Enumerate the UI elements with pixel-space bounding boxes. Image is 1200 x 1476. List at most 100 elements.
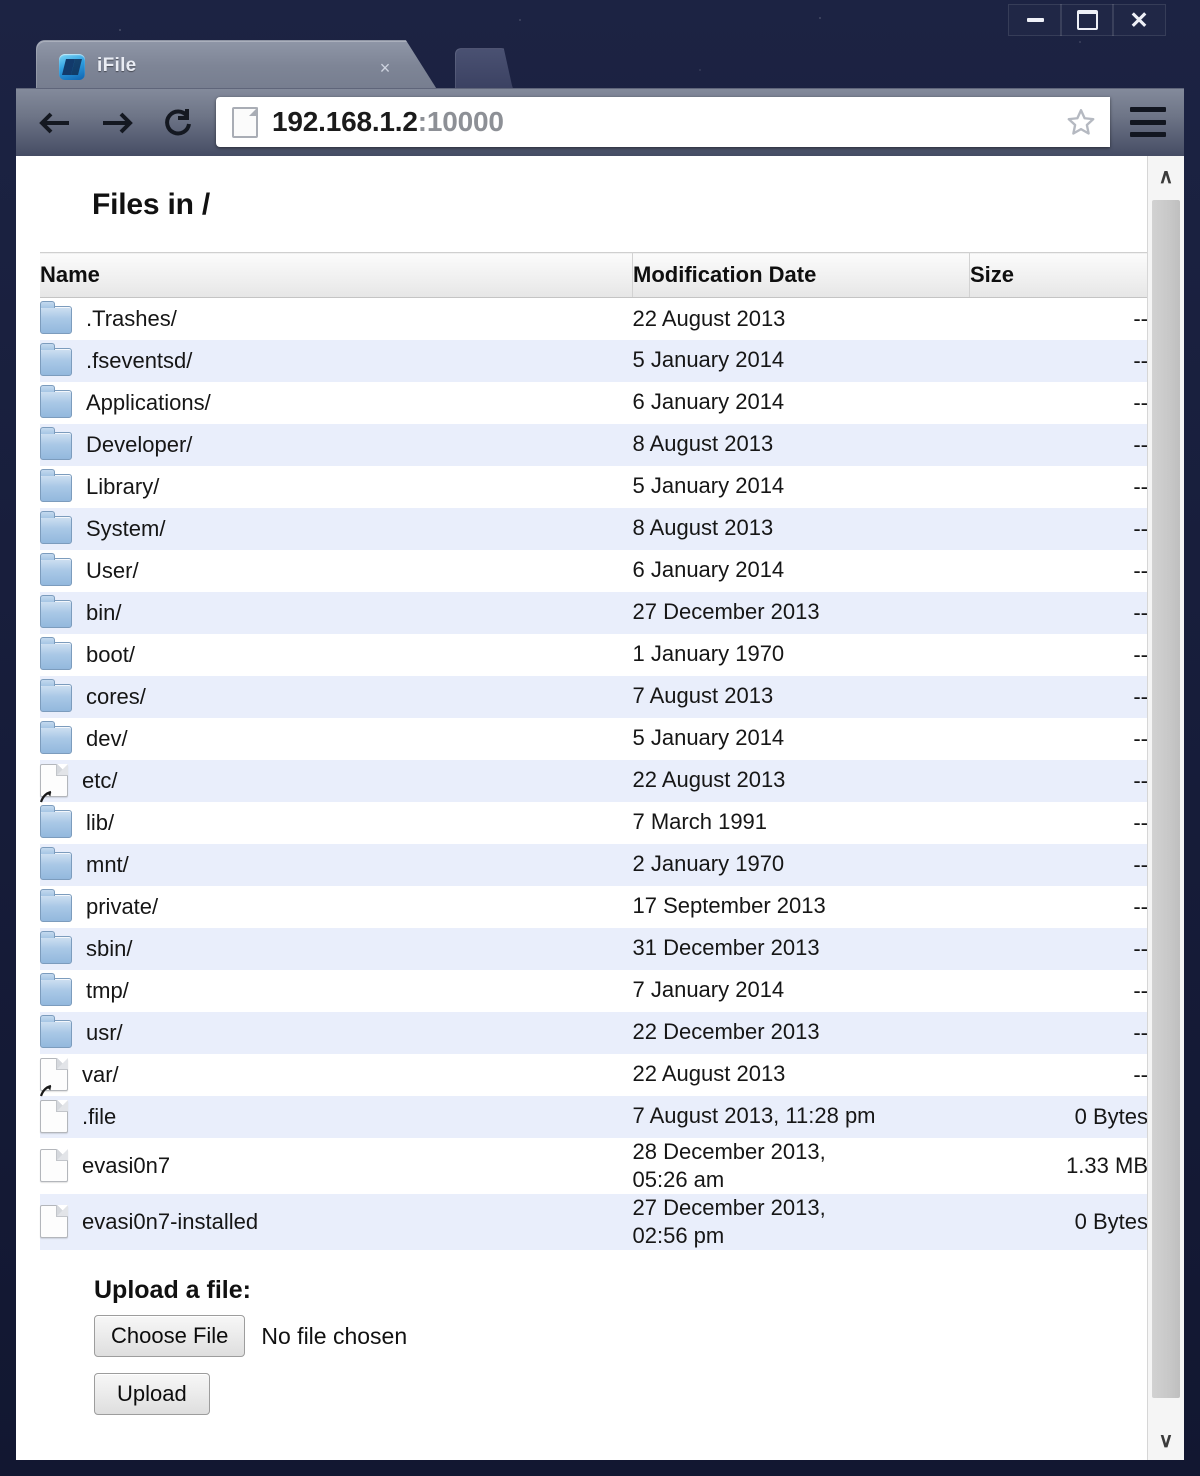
- cell-modification-date: 27 December 2013: [632, 599, 820, 625]
- cell-size: --: [1133, 683, 1148, 709]
- cell-modification-date: 5 January 2014: [632, 725, 785, 751]
- file-name[interactable]: lib/: [86, 810, 114, 836]
- table-row[interactable]: tmp/7 January 2014 --: [40, 969, 1148, 1012]
- hamburger-menu-icon[interactable]: [1130, 107, 1166, 137]
- cell-name: .fseventsd/: [40, 340, 633, 382]
- name-cell: Applications/: [40, 385, 633, 418]
- table-row[interactable]: .fseventsd/5 January 2014 --: [40, 339, 1148, 382]
- file-name[interactable]: Library/: [86, 474, 159, 500]
- file-name[interactable]: User/: [86, 558, 139, 584]
- cell-modification-date: 1 January 1970: [632, 641, 785, 667]
- table-row[interactable]: private/17 September 2013 --: [40, 885, 1148, 928]
- file-name[interactable]: private/: [86, 894, 158, 920]
- file-name[interactable]: Applications/: [86, 390, 211, 416]
- cell-name: boot/: [40, 634, 633, 676]
- table-row[interactable]: sbin/31 December 2013 --: [40, 927, 1148, 970]
- choose-file-button[interactable]: Choose File: [94, 1315, 246, 1358]
- file-name[interactable]: bin/: [86, 600, 121, 626]
- forward-arrow-icon[interactable]: [94, 101, 138, 145]
- table-row[interactable]: Library/5 January 2014 --: [40, 465, 1148, 508]
- close-window-button[interactable]: ✕: [1112, 4, 1166, 36]
- cell-modification-date: 6 January 2014: [632, 389, 785, 415]
- folder-icon: [40, 427, 72, 460]
- cell-size: --: [1133, 431, 1148, 457]
- cell-name: etc/: [39, 760, 633, 803]
- table-row[interactable]: evasi0n7 28 December 2013, 05:26 am 1.33 MB: [40, 1137, 1148, 1194]
- file-name[interactable]: Developer/: [86, 432, 192, 458]
- tab-ifile[interactable]: iFile ×: [36, 40, 438, 91]
- cell-size: --: [1133, 515, 1148, 541]
- scrollbar-thumb[interactable]: [1152, 200, 1180, 1398]
- cell-name: mnt/: [40, 844, 633, 886]
- table-row[interactable]: cores/7 August 2013 --: [40, 675, 1148, 718]
- page-scrollbar[interactable]: ∧ ∨: [1147, 156, 1184, 1460]
- column-header-date[interactable]: Modification Date: [632, 252, 970, 298]
- cell-modification-date: 8 August 2013: [632, 431, 774, 457]
- table-row[interactable]: dev/5 January 2014 --: [40, 717, 1148, 760]
- file-name[interactable]: tmp/: [86, 978, 129, 1004]
- close-icon: ✕: [1129, 6, 1149, 33]
- file-name[interactable]: mnt/: [86, 852, 129, 878]
- cell-name: usr/: [40, 1012, 633, 1054]
- file-name[interactable]: System/: [86, 516, 165, 542]
- reload-icon[interactable]: [156, 101, 200, 145]
- table-row[interactable]: usr/22 December 2013 --: [40, 1011, 1148, 1054]
- table-row[interactable]: var/22 August 2013 --: [39, 1053, 1148, 1097]
- scroll-up-icon[interactable]: ∧: [1148, 156, 1184, 196]
- cell-name: sbin/: [40, 928, 633, 970]
- table-row[interactable]: .file 7 August 2013, 11:28 pm 0 Bytes: [40, 1095, 1148, 1138]
- back-arrow-icon[interactable]: [34, 101, 78, 145]
- new-tab-button[interactable]: [455, 48, 513, 90]
- table-row[interactable]: Applications/6 January 2014 --: [40, 381, 1148, 424]
- table-row[interactable]: lib/7 March 1991 --: [40, 801, 1148, 844]
- file-name[interactable]: .Trashes/: [86, 306, 177, 332]
- file-name[interactable]: evasi0n7-installed: [82, 1209, 258, 1235]
- file-name[interactable]: sbin/: [86, 936, 132, 962]
- folder-icon: [40, 847, 72, 880]
- file-name[interactable]: var/: [82, 1062, 119, 1088]
- table-row[interactable]: System/8 August 2013 --: [40, 507, 1148, 550]
- folder-icon: [40, 595, 72, 628]
- cell-size: --: [1133, 347, 1148, 373]
- name-cell: .file: [40, 1100, 633, 1133]
- name-cell: .Trashes/: [40, 301, 633, 335]
- scroll-down-icon[interactable]: ∨: [1148, 1420, 1184, 1460]
- folder-icon: [40, 805, 72, 838]
- symlink-alias-icon: [39, 764, 68, 803]
- tab-close-icon[interactable]: ×: [375, 58, 395, 78]
- file-icon: [40, 1205, 68, 1239]
- minimize-button[interactable]: [1008, 4, 1062, 36]
- file-name[interactable]: .file: [82, 1104, 116, 1130]
- file-name[interactable]: etc/: [82, 768, 117, 794]
- table-row[interactable]: evasi0n7-installed 27 December 2013, 02:56…: [40, 1193, 1148, 1251]
- upload-button[interactable]: Upload: [94, 1373, 210, 1416]
- name-cell: sbin/: [40, 931, 633, 964]
- table-row[interactable]: .Trashes/22 August 2013 --: [40, 297, 1148, 340]
- name-cell: lib/: [40, 805, 633, 838]
- menu-line-1: [1130, 107, 1166, 112]
- cell-size: --: [1133, 1019, 1148, 1045]
- title-bar: ✕: [0, 0, 1200, 42]
- column-header-size[interactable]: Size: [969, 252, 1148, 298]
- table-header: Name Modification Date Size: [40, 252, 1148, 298]
- file-name[interactable]: usr/: [86, 1020, 123, 1046]
- table-row[interactable]: boot/1 January 1970 --: [40, 633, 1148, 676]
- file-name[interactable]: cores/: [86, 684, 146, 710]
- table-row[interactable]: Developer/8 August 2013 --: [40, 423, 1148, 466]
- column-header-name[interactable]: Name: [40, 252, 633, 298]
- address-bar[interactable]: 192.168.1.2:10000: [216, 97, 1110, 147]
- table-row[interactable]: etc/22 August 2013 --: [39, 759, 1148, 803]
- file-name[interactable]: boot/: [86, 642, 135, 668]
- cell-modification-date: 27 December 2013, 02:56 pm: [632, 1194, 826, 1248]
- star-icon[interactable]: [1066, 107, 1096, 137]
- file-list-table: Name Modification Date Size .Trashes/22 …: [39, 252, 1148, 1251]
- table-row[interactable]: User/6 January 2014 --: [40, 549, 1148, 592]
- file-name[interactable]: evasi0n7: [82, 1153, 170, 1179]
- file-name[interactable]: .fseventsd/: [86, 348, 192, 374]
- no-file-chosen-text: No file chosen: [261, 1322, 408, 1349]
- maximize-button[interactable]: [1060, 4, 1114, 36]
- table-row[interactable]: mnt/2 January 1970 --: [40, 843, 1148, 886]
- table-row[interactable]: bin/27 December 2013 --: [40, 591, 1148, 634]
- cell-size: --: [1133, 767, 1148, 793]
- file-name[interactable]: dev/: [86, 726, 128, 752]
